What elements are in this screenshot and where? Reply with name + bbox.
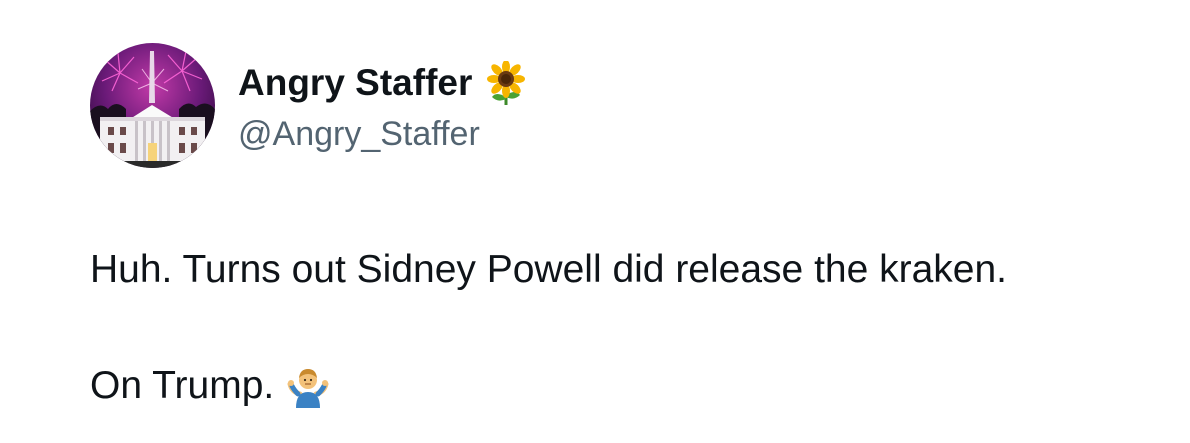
tweet-text-line-1: Huh. Turns out Sidney Powell did release… (90, 248, 1008, 291)
tweet-text-line-2: On Trump. (90, 364, 275, 407)
tweet-text-line: On Trump. (90, 362, 1007, 410)
tweet-text: Huh. Turns out Sidney Powell did release… (90, 246, 1007, 410)
user-handle[interactable]: @Angry_Staffer (238, 114, 526, 154)
tweet-card: Angry Staffer @Angry_Staffer Huh. Turns … (0, 0, 1190, 443)
man-shrugging-icon (286, 364, 330, 408)
avatar[interactable] (90, 43, 215, 168)
tweet-text-line: Huh. Turns out Sidney Powell did release… (90, 246, 1007, 294)
user-info: Angry Staffer @Angry_Staffer (238, 58, 526, 154)
sunflower-icon (486, 60, 526, 105)
white-house-fireworks-icon (90, 43, 215, 168)
name-row: Angry Staffer (238, 58, 526, 108)
display-name[interactable]: Angry Staffer (238, 58, 472, 108)
